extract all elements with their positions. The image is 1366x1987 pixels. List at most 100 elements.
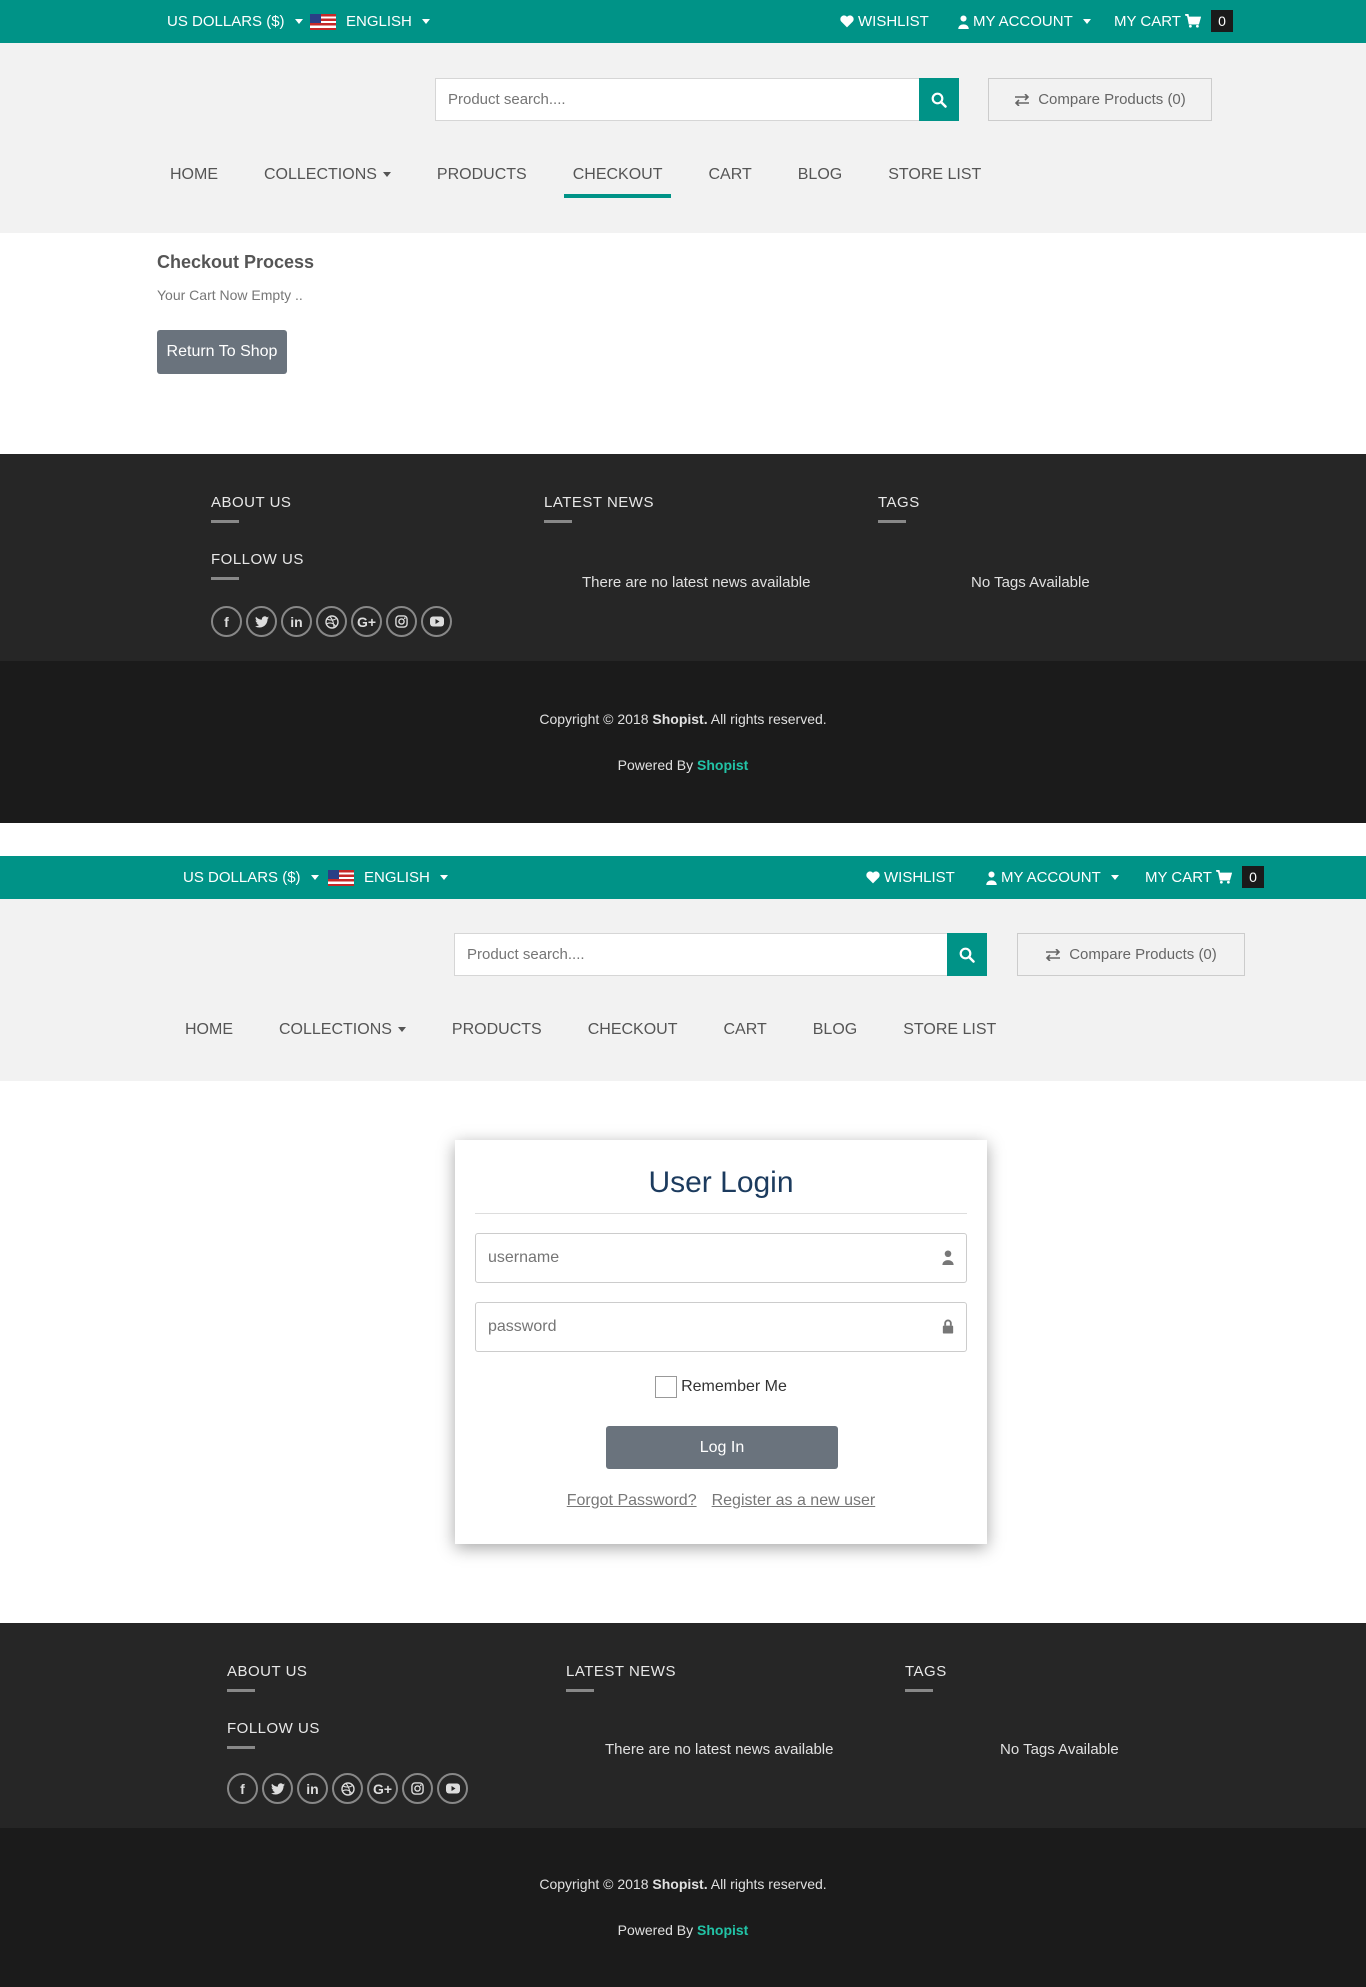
- powered-by-link[interactable]: Shopist: [697, 1922, 748, 1938]
- youtube-icon[interactable]: [437, 1773, 468, 1804]
- compare-products-button[interactable]: Compare Products (0): [1017, 933, 1245, 976]
- wishlist-label: WISHLIST: [884, 869, 955, 886]
- search-icon: [931, 92, 947, 108]
- nav-item-cart[interactable]: CART: [723, 1015, 766, 1053]
- caret-down-icon: [397, 1027, 406, 1033]
- cart-count-badge: 0: [1210, 10, 1233, 32]
- footer-copyright-bar: Copyright © 2018 Shopist. All rights res…: [0, 1828, 1366, 1987]
- twitter-icon[interactable]: [262, 1773, 293, 1804]
- heart-icon: [840, 15, 854, 28]
- instagram-icon[interactable]: [386, 606, 417, 637]
- nav-item-products[interactable]: PRODUCTS: [452, 1015, 542, 1053]
- footer-widgets: ABOUT US FOLLOW US f in G+ LATEST NEWS T…: [0, 454, 1366, 661]
- footer-follow-us-heading: FOLLOW US: [227, 1720, 320, 1749]
- my-cart-link[interactable]: MY CART 0: [1114, 10, 1233, 32]
- footer-tags-heading: TAGS: [905, 1663, 947, 1692]
- currency-dropdown[interactable]: US DOLLARS ($): [183, 869, 319, 886]
- nav-item-store-list[interactable]: STORE LIST: [888, 160, 981, 198]
- footer-follow-us-heading: FOLLOW US: [211, 551, 304, 580]
- main-nav: HOME COLLECTIONS PRODUCTS CHECKOUT CART …: [170, 160, 981, 198]
- nav-item-store-list[interactable]: STORE LIST: [903, 1015, 996, 1053]
- compare-products-label: Compare Products (0): [1038, 91, 1186, 108]
- facebook-icon[interactable]: f: [227, 1773, 258, 1804]
- google-plus-icon[interactable]: G+: [367, 1773, 398, 1804]
- remember-me-label: Remember Me: [681, 1378, 787, 1395]
- main-nav: HOME COLLECTIONS PRODUCTS CHECKOUT CART …: [185, 1015, 996, 1053]
- username-field: [475, 1233, 967, 1283]
- nav-item-collections[interactable]: COLLECTIONS: [279, 1015, 406, 1053]
- search-button[interactable]: [947, 933, 987, 976]
- currency-label: US DOLLARS ($): [167, 13, 285, 30]
- language-label: ENGLISH: [364, 869, 430, 886]
- powered-by-link[interactable]: Shopist: [697, 757, 748, 773]
- google-plus-icon[interactable]: G+: [351, 606, 382, 637]
- divider: [475, 1213, 967, 1214]
- search-button[interactable]: [919, 78, 959, 121]
- language-dropdown[interactable]: ENGLISH: [310, 13, 430, 30]
- caret-down-icon: [310, 875, 319, 880]
- top-bar: US DOLLARS ($) ENGLISH WISHLIST MY ACCOU…: [0, 0, 1366, 43]
- my-account-dropdown[interactable]: MY ACCOUNT: [986, 869, 1119, 886]
- log-in-button[interactable]: Log In: [606, 1426, 838, 1469]
- nav-item-checkout[interactable]: CHECKOUT: [588, 1015, 678, 1053]
- footer-copyright-bar: Copyright © 2018 Shopist. All rights res…: [0, 661, 1366, 823]
- search-box: [435, 78, 921, 121]
- cart-icon: [1185, 14, 1201, 28]
- register-link[interactable]: Register as a new user: [712, 1492, 876, 1510]
- caret-down-icon: [439, 875, 448, 880]
- exchange-icon: [1046, 948, 1061, 961]
- nav-item-blog[interactable]: BLOG: [798, 160, 842, 198]
- caret-down-icon: [382, 172, 391, 178]
- language-dropdown[interactable]: ENGLISH: [328, 869, 448, 886]
- powered-by-text: Powered By Shopist: [617, 1922, 749, 1938]
- youtube-icon[interactable]: [421, 606, 452, 637]
- password-input[interactable]: [476, 1303, 966, 1351]
- currency-dropdown[interactable]: US DOLLARS ($): [167, 13, 303, 30]
- latest-news-empty-message: There are no latest news available: [605, 1741, 834, 1758]
- nav-item-blog[interactable]: BLOG: [813, 1015, 857, 1053]
- facebook-icon[interactable]: f: [211, 606, 242, 637]
- currency-label: US DOLLARS ($): [183, 869, 301, 886]
- nav-item-home[interactable]: HOME: [170, 160, 218, 198]
- linkedin-icon[interactable]: in: [281, 606, 312, 637]
- linkedin-icon[interactable]: in: [297, 1773, 328, 1804]
- wishlist-label: WISHLIST: [858, 13, 929, 30]
- top-bar: US DOLLARS ($) ENGLISH WISHLIST MY ACCOU…: [0, 856, 1366, 899]
- wishlist-link[interactable]: WISHLIST: [840, 13, 929, 30]
- dribbble-icon[interactable]: [316, 606, 347, 637]
- footer-latest-news-heading: LATEST NEWS: [544, 494, 654, 523]
- caret-down-icon: [294, 19, 303, 24]
- remember-me-checkbox[interactable]: [655, 1376, 678, 1398]
- search-input[interactable]: [455, 934, 947, 975]
- login-title: User Login: [648, 1166, 794, 1199]
- tags-empty-message: No Tags Available: [1000, 1741, 1119, 1758]
- caret-down-icon: [1082, 19, 1091, 24]
- search-input[interactable]: [436, 79, 920, 120]
- account-label: MY ACCOUNT: [1001, 869, 1101, 886]
- nav-item-cart[interactable]: CART: [708, 160, 751, 198]
- username-input[interactable]: [476, 1234, 966, 1282]
- nav-item-collections[interactable]: COLLECTIONS: [264, 160, 391, 198]
- cart-empty-message: Your Cart Now Empty ..: [157, 287, 303, 303]
- footer-latest-news-heading: LATEST NEWS: [566, 1663, 676, 1692]
- nav-item-home[interactable]: HOME: [185, 1015, 233, 1053]
- user-icon: [942, 1250, 954, 1265]
- tags-empty-message: No Tags Available: [971, 574, 1090, 591]
- dribbble-icon[interactable]: [332, 1773, 363, 1804]
- my-account-dropdown[interactable]: MY ACCOUNT: [958, 13, 1091, 30]
- checkout-title: Checkout Process: [157, 252, 315, 272]
- my-cart-link[interactable]: MY CART 0: [1145, 866, 1264, 888]
- compare-products-button[interactable]: Compare Products (0): [988, 78, 1212, 121]
- nav-item-checkout[interactable]: CHECKOUT: [563, 160, 672, 198]
- nav-item-products[interactable]: PRODUCTS: [437, 160, 527, 198]
- twitter-icon[interactable]: [246, 606, 277, 637]
- us-flag-icon: [328, 869, 354, 886]
- copyright-text: Copyright © 2018 Shopist. All rights res…: [539, 1876, 827, 1892]
- instagram-icon[interactable]: [402, 1773, 433, 1804]
- site-header: Compare Products (0) HOME COLLECTIONS PR…: [0, 899, 1366, 1081]
- return-to-shop-button[interactable]: Return To Shop: [157, 330, 287, 374]
- cart-label: MY CART: [1145, 868, 1212, 886]
- wishlist-link[interactable]: WISHLIST: [866, 869, 955, 886]
- forgot-password-link[interactable]: Forgot Password?: [567, 1492, 697, 1510]
- us-flag-icon: [310, 13, 336, 30]
